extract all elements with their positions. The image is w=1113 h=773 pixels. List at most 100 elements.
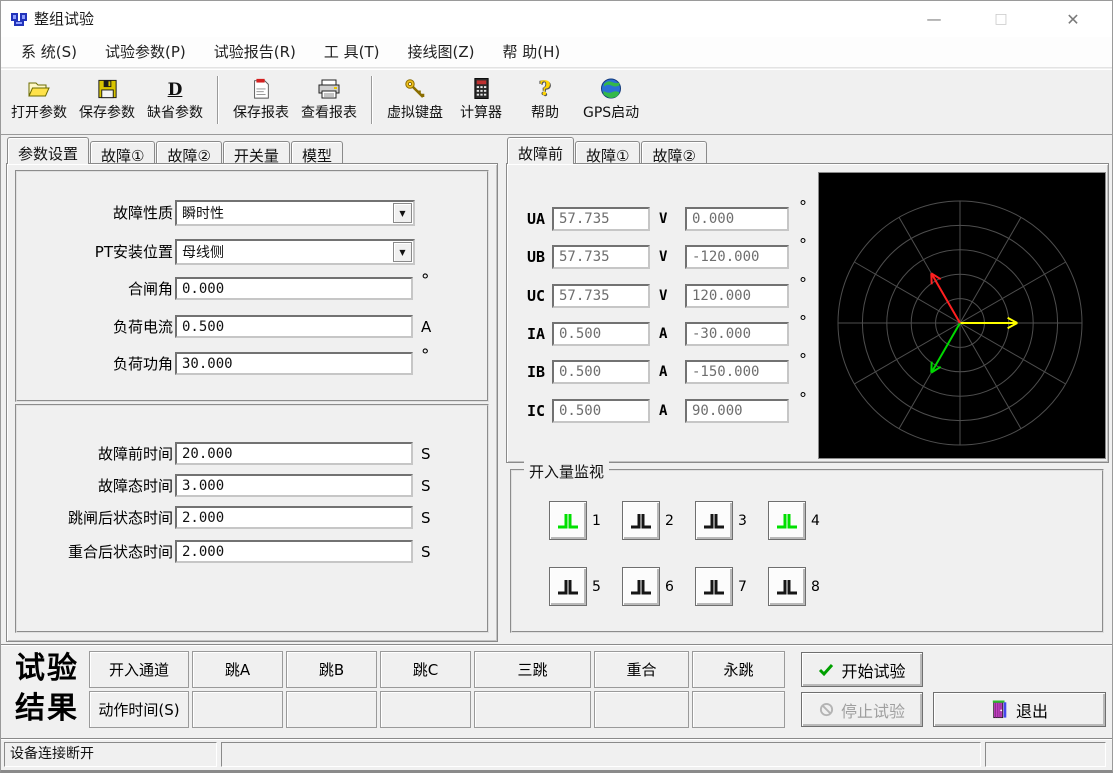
ia-angle-input[interactable]	[685, 322, 789, 346]
chevron-down-icon[interactable]: ▼	[393, 242, 412, 262]
status-aux-panel	[985, 742, 1106, 767]
contact-button-1[interactable]	[549, 501, 587, 540]
fault-time-label: 故障态时间	[23, 474, 173, 498]
time-param-group: 故障前时间 S 故障态时间 S 跳闸后状态时间 S 重合后状态时间 S	[15, 404, 489, 633]
contact-button-3[interactable]	[695, 501, 733, 540]
save-report-button[interactable]: 保存报表	[227, 72, 295, 128]
load-power-angle-input[interactable]	[175, 352, 413, 375]
prefault-time-unit: S	[421, 442, 431, 466]
contact-button-4[interactable]	[768, 501, 806, 540]
exit-button[interactable]: 退出	[933, 692, 1106, 727]
menu-system[interactable]: 系 统(S)	[7, 37, 91, 67]
chevron-down-icon[interactable]: ▼	[393, 203, 412, 223]
result-value-cell	[286, 691, 377, 728]
ic-mag-unit: A	[659, 399, 667, 423]
close-button[interactable]: ✕	[1050, 1, 1096, 37]
ub-angle-unit: °	[799, 235, 807, 254]
ua-magnitude-input[interactable]	[552, 207, 650, 231]
result-value-cell	[380, 691, 471, 728]
window-title: 整组试验	[34, 1, 94, 37]
ia-magnitude-input[interactable]	[552, 322, 650, 346]
tab-fault-1[interactable]: 故障①	[90, 141, 155, 164]
contact-icon	[629, 578, 653, 596]
ic-magnitude-input[interactable]	[552, 399, 650, 423]
close-angle-unit: °	[421, 272, 430, 290]
menu-help[interactable]: 帮 助(H)	[489, 37, 575, 67]
param-settings-page: 故障性质 瞬时性 ▼ PT安装位置 母线侧 ▼ 合闸角 ° 负荷电流 A 负荷功…	[6, 163, 498, 642]
after-trip-time-unit: S	[421, 506, 431, 530]
contact-icon	[775, 578, 799, 596]
close-angle-input[interactable]	[175, 277, 413, 300]
contact-icon	[556, 512, 580, 530]
phase-ic-label: IC	[527, 399, 545, 423]
exit-door-icon	[991, 699, 1009, 720]
minimize-button[interactable]: —	[911, 1, 957, 37]
channel-number: 7	[738, 579, 747, 595]
open-params-button[interactable]: 打开参数	[5, 72, 73, 128]
status-message-panel	[221, 742, 981, 767]
gps-start-button[interactable]: GPS启动	[577, 72, 645, 128]
ib-angle-unit: °	[799, 350, 807, 369]
phase-ia-label: IA	[527, 322, 545, 346]
pt-position-select[interactable]: 母线侧 ▼	[175, 239, 415, 265]
ub-magnitude-input[interactable]	[552, 245, 650, 269]
view-report-button[interactable]: 查看报表	[295, 72, 363, 128]
virtual-keyboard-key-icon	[403, 74, 427, 100]
save-report-doc-icon	[250, 74, 272, 100]
calculator-button[interactable]: 计算器	[449, 72, 513, 128]
contact-button-7[interactable]	[695, 567, 733, 606]
prefault-time-input[interactable]	[175, 442, 413, 465]
menu-tools[interactable]: 工 具(T)	[310, 37, 394, 67]
ua-angle-input[interactable]	[685, 207, 789, 231]
phasor-plot	[819, 173, 1105, 458]
menu-test-params[interactable]: 试验参数(P)	[91, 37, 200, 67]
contact-button-6[interactable]	[622, 567, 660, 606]
tab-model[interactable]: 模型	[291, 141, 343, 164]
tab-fault-2-right[interactable]: 故障②	[641, 141, 706, 164]
maximize-button[interactable]: □	[978, 1, 1024, 37]
menu-wiring-diagram[interactable]: 接线图(Z)	[394, 37, 489, 67]
binary-channel-4: 4	[768, 501, 820, 540]
fault-nature-select[interactable]: 瞬时性 ▼	[175, 200, 415, 226]
load-current-input[interactable]	[175, 315, 413, 338]
menu-test-report[interactable]: 试验报告(R)	[200, 37, 310, 67]
after-trip-time-label: 跳闸后状态时间	[23, 506, 173, 530]
uc-magnitude-input[interactable]	[552, 284, 650, 308]
tab-fault-2[interactable]: 故障②	[156, 141, 221, 164]
ib-angle-input[interactable]	[685, 360, 789, 384]
close-angle-label: 合闸角	[23, 277, 173, 301]
contact-button-5[interactable]	[549, 567, 587, 606]
tab-prefault[interactable]: 故障前	[507, 137, 574, 164]
result-col-trip-a: 跳A	[192, 651, 283, 688]
phase-ua-label: UA	[527, 207, 545, 231]
tab-fault-1-right[interactable]: 故障①	[575, 141, 640, 164]
result-col-trip-c: 跳C	[380, 651, 471, 688]
uc-angle-input[interactable]	[685, 284, 789, 308]
help-button[interactable]: ? 帮助	[513, 72, 577, 128]
contact-button-2[interactable]	[622, 501, 660, 540]
separator	[1, 738, 1112, 740]
ub-angle-input[interactable]	[685, 245, 789, 269]
binary-channel-8: 8	[768, 567, 820, 606]
contact-button-8[interactable]	[768, 567, 806, 606]
separator	[1, 644, 1112, 646]
default-params-button[interactable]: D 缺省参数	[141, 72, 209, 128]
start-test-button[interactable]: 开始试验	[801, 652, 923, 687]
ia-angle-unit: °	[799, 312, 807, 331]
ic-angle-input[interactable]	[685, 399, 789, 423]
save-params-button[interactable]: 保存参数	[73, 72, 141, 128]
fault-time-input[interactable]	[175, 474, 413, 497]
after-reclose-time-input[interactable]	[175, 540, 413, 563]
load-current-label: 负荷电流	[23, 315, 173, 339]
ib-magnitude-input[interactable]	[552, 360, 650, 384]
phasor-diagram	[818, 172, 1106, 459]
toolbar-separator	[371, 76, 373, 124]
channel-number: 2	[665, 513, 674, 529]
save-floppy-icon	[96, 74, 119, 100]
after-trip-time-input[interactable]	[175, 506, 413, 529]
tab-switch-qty[interactable]: 开关量	[223, 141, 290, 164]
virtual-keyboard-button[interactable]: 虚拟键盘	[381, 72, 449, 128]
app-window: 整组试验 — □ ✕ 系 统(S) 试验参数(P) 试验报告(R) 工 具(T)…	[0, 0, 1113, 773]
tab-param-settings[interactable]: 参数设置	[7, 137, 89, 164]
stop-test-button[interactable]: 停止试验	[801, 692, 923, 727]
